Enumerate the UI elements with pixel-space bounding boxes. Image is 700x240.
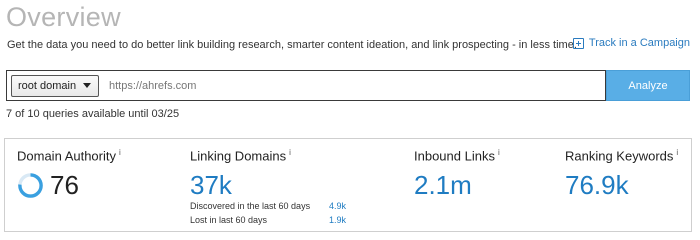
caret-down-icon	[83, 83, 91, 88]
track-in-campaign-label: Track in a Campaign	[588, 37, 690, 49]
queries-remaining: 7 of 10 queries available until 03/25	[6, 108, 180, 120]
domain-authority-label: Domain Authority i	[17, 148, 121, 164]
page-subtitle: Get the data you need to do better link …	[7, 39, 577, 51]
inbound-links-label: Inbound Links i	[414, 148, 500, 164]
lost-label: Lost in last 60 days	[190, 215, 268, 225]
scope-select-value: root domain	[18, 79, 77, 92]
plus-square-icon	[572, 37, 584, 49]
discovered-label: Discovered in the last 60 days	[190, 201, 311, 211]
scope-select[interactable]: root domain	[11, 74, 99, 97]
info-icon[interactable]: i	[498, 148, 500, 157]
discovered-value[interactable]: 4.9k	[329, 201, 346, 211]
lost-row: Lost in last 60 days 1.9k	[190, 215, 365, 225]
linking-domains-label: Linking Domains i	[190, 148, 291, 164]
analyze-button[interactable]: Analyze	[606, 70, 690, 101]
discovered-row: Discovered in the last 60 days 4.9k	[190, 201, 365, 211]
search-bar: root domain Analyze	[6, 70, 690, 101]
info-icon[interactable]: i	[119, 148, 121, 157]
lost-value[interactable]: 1.9k	[329, 215, 346, 225]
info-icon[interactable]: i	[676, 148, 678, 157]
ranking-keywords-label: Ranking Keywords i	[565, 148, 679, 164]
ranking-keywords-value: 76.9k	[565, 170, 629, 200]
linking-domains-value: 37k	[190, 170, 232, 200]
metrics-panel: Domain Authority i 76 Linking Domains i 37…	[4, 138, 692, 232]
domain-authority-value: 76	[50, 170, 79, 200]
track-in-campaign-link[interactable]: Track in a Campaign	[572, 37, 690, 49]
url-input[interactable]	[109, 79, 509, 92]
search-box: root domain	[6, 70, 606, 101]
info-icon[interactable]: i	[289, 148, 291, 157]
progress-ring-icon	[18, 173, 43, 198]
inbound-links-value: 2.1m	[414, 170, 472, 200]
page-title: Overview	[6, 2, 121, 32]
